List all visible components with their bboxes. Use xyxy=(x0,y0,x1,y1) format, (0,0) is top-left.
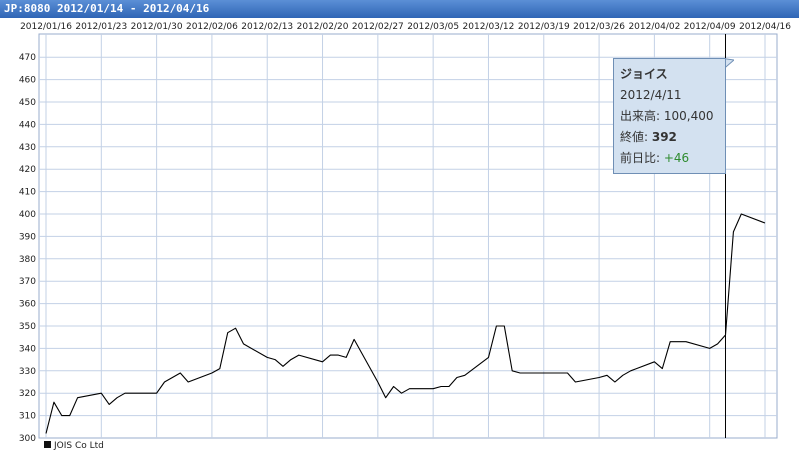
data-tooltip: ジョイス 2012/4/11 出来高: 100,400 終値: 392 前日比:… xyxy=(613,58,726,174)
y-tick-label: 460 xyxy=(19,76,36,86)
chart-title: JP:8080 2012/01/14 - 2012/04/16 xyxy=(4,2,210,15)
tooltip-close-value: 392 xyxy=(651,130,677,144)
y-tick-label: 360 xyxy=(19,300,36,310)
y-tick-label: 390 xyxy=(19,232,36,242)
y-tick-label: 440 xyxy=(19,120,36,130)
x-tick-label: 2012/03/05 xyxy=(407,22,459,32)
y-tick-label: 320 xyxy=(19,389,36,399)
tooltip-change: 前日比: +46 xyxy=(620,148,725,169)
x-tick-label: 2012/03/19 xyxy=(518,22,570,32)
y-tick-label: 470 xyxy=(19,53,36,63)
tooltip-volume-value: 100,400 xyxy=(663,109,714,123)
x-tick-label: 2012/03/26 xyxy=(573,22,625,32)
x-tick-label: 2012/04/02 xyxy=(628,22,680,32)
y-tick-label: 340 xyxy=(19,344,36,354)
legend-label: JOIS Co Ltd xyxy=(54,441,104,451)
tooltip-date: 2012/4/11 xyxy=(620,88,682,102)
y-tick-label: 410 xyxy=(19,188,36,198)
x-tick-label: 2012/03/12 xyxy=(463,22,515,32)
legend-swatch-icon xyxy=(44,441,51,448)
y-tick-label: 350 xyxy=(19,322,36,332)
x-tick-label: 2012/01/16 xyxy=(20,22,72,32)
y-tick-label: 450 xyxy=(19,98,36,108)
tooltip-change-value: +46 xyxy=(663,151,690,165)
tooltip-company-name: ジョイス xyxy=(620,67,668,81)
x-tick-label: 2012/02/27 xyxy=(352,22,404,32)
y-tick-label: 400 xyxy=(19,210,36,220)
x-tick-label: 2012/02/20 xyxy=(297,22,349,32)
y-tick-label: 430 xyxy=(19,143,36,153)
x-tick-label: 2012/04/16 xyxy=(739,22,791,32)
tooltip-close-label: 終値: xyxy=(620,130,652,144)
x-tick-label: 2012/02/06 xyxy=(186,22,238,32)
chart-legend: JOIS Co Ltd xyxy=(44,441,104,451)
y-tick-label: 420 xyxy=(19,165,36,175)
tooltip-close: 終値: 392 xyxy=(620,127,725,148)
x-tick-label: 2012/04/09 xyxy=(684,22,736,32)
y-tick-label: 330 xyxy=(19,367,36,377)
chart-title-bar: JP:8080 2012/01/14 - 2012/04/16 xyxy=(0,0,799,18)
x-tick-label: 2012/02/13 xyxy=(241,22,293,32)
tooltip-volume: 出来高: 100,400 xyxy=(620,106,725,127)
tooltip-volume-label: 出来高: xyxy=(620,109,664,123)
y-tick-label: 300 xyxy=(19,434,36,444)
x-tick-label: 2012/01/23 xyxy=(75,22,127,32)
y-tick-label: 370 xyxy=(19,277,36,287)
y-tick-label: 310 xyxy=(19,412,36,422)
y-tick-label: 380 xyxy=(19,255,36,265)
tooltip-change-label: 前日比: xyxy=(620,151,664,165)
x-tick-label: 2012/01/30 xyxy=(131,22,183,32)
